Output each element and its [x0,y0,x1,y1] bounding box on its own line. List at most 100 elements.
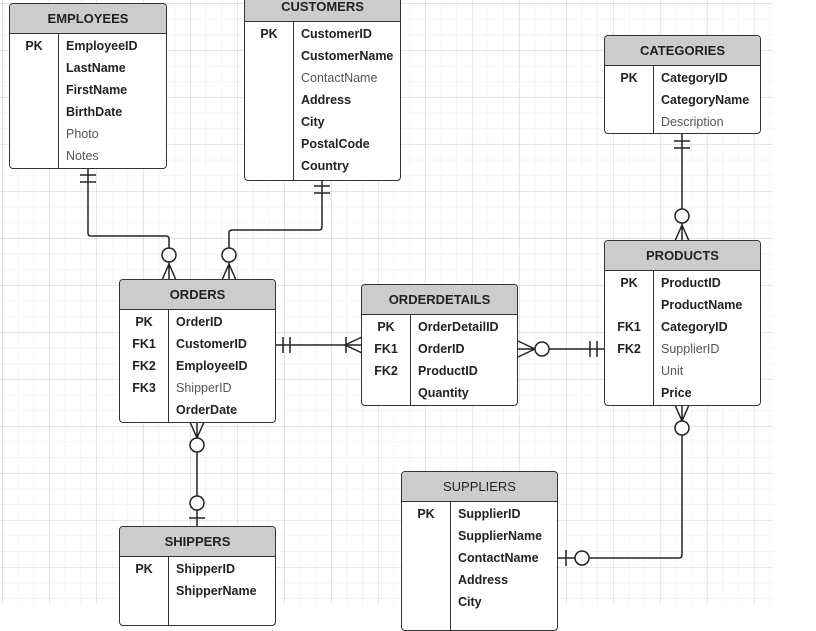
key-label: FK3 [132,381,156,395]
field-name[interactable]: OrderID [176,313,248,335]
field-name[interactable]: BirthDate [66,103,138,125]
field-name[interactable]: CustomerName [301,47,393,69]
key-label [605,384,653,405]
rel-customers-orders[interactable] [221,180,330,281]
field-name[interactable]: Address [458,571,542,593]
entity-body: PK CategoryID CategoryName Description [605,66,760,133]
field-name[interactable]: Description [661,113,749,133]
key-label [402,549,450,571]
key-column: PK [245,22,294,180]
entity-orderdetails[interactable]: ORDERDETAILS PK FK1 FK2 OrderDetailID OrderID… [361,284,518,406]
entity-body: PK CustomerID CustomerName ContactName Addre… [245,22,400,180]
field-name[interactable]: OrderDetailID [418,318,499,340]
entity-shippers[interactable]: SHIPPERS PK ShipperID ShipperName [119,526,276,626]
key-label: FK1 [374,342,398,356]
key-column: PK [605,66,654,133]
rel-employees-orders[interactable] [80,168,177,281]
key-label [245,157,293,179]
rel-categories-products[interactable] [674,133,690,242]
key-label [120,582,168,604]
field-column: CustomerID CustomerName ContactName Address… [294,22,393,180]
key-label: PK [417,507,435,521]
field-column: CategoryID CategoryName Description [654,66,749,133]
entity-body: PK EmployeeID LastName FirstName BirthDate Ph… [10,34,166,168]
rel-shippers-orders[interactable] [189,421,205,527]
entity-title: SUPPLIERS [402,472,557,502]
field-name[interactable]: ShipperID [176,379,248,401]
field-name[interactable]: ContactName [458,549,542,571]
rel-products-orderdetails[interactable] [517,340,604,358]
entity-title: EMPLOYEES [10,4,166,34]
key-label: PK [25,39,43,53]
field-name[interactable]: City [458,593,542,615]
field-column: OrderID CustomerID EmployeeID ShipperID Orde… [169,310,248,422]
key-label [10,147,58,168]
key-label [605,362,653,384]
field-name[interactable]: SupplierID [661,340,742,362]
field-name[interactable]: Country [301,157,393,179]
entity-title: ORDERDETAILS [362,285,517,315]
key-label [10,103,58,125]
field-name[interactable]: OrderID [418,340,499,362]
field-name[interactable]: CategoryID [661,69,749,91]
key-label [245,91,293,113]
entity-categories[interactable]: CATEGORIES PK CategoryID CategoryName Descri… [604,35,761,134]
entity-body: PK FK1 FK2 OrderDetailID OrderID ProductID Qua… [362,315,517,405]
field-name[interactable]: CategoryName [661,91,749,113]
key-label: PK [135,315,153,329]
key-label: PK [620,71,638,85]
field-name[interactable]: Address [301,91,393,113]
entity-orders[interactable]: ORDERS PK FK1 FK2 FK3 OrderID CustomerID Employ… [119,279,276,423]
field-name[interactable]: FirstName [66,81,138,103]
key-label: FK1 [617,320,641,334]
field-name[interactable]: City [301,113,393,135]
entity-employees[interactable]: EMPLOYEES PK EmployeeID LastName FirstName Bi… [9,3,167,169]
field-column: OrderDetailID OrderID ProductID Quantity [411,315,499,405]
field-name[interactable]: PostalCode [301,135,393,157]
field-name[interactable]: Notes [66,147,138,168]
key-label [402,593,450,615]
key-label: FK2 [132,359,156,373]
rel-orders-orderdetails[interactable] [276,336,363,354]
field-name[interactable]: Photo [66,125,138,147]
field-name[interactable]: ShipperName [176,582,257,604]
key-column: PK FK1 FK2 [605,271,654,405]
field-name[interactable]: ProductName [661,296,742,318]
field-name[interactable]: SupplierID [458,505,542,527]
field-name[interactable]: EmployeeID [66,37,138,59]
field-name[interactable]: ProductID [661,274,742,296]
entity-customers[interactable]: CUSTOMERS PK CustomerID CustomerName Contact… [244,0,401,181]
entity-products[interactable]: PRODUCTS PK FK1 FK2 ProductID ProductName Cate… [604,240,761,406]
entity-body: PK ShipperID ShipperName [120,557,275,625]
key-label [245,69,293,91]
field-column: SupplierID SupplierName ContactName Address… [451,502,542,630]
field-name[interactable]: OrderDate [176,401,248,422]
key-label: FK2 [374,364,398,378]
entity-title: CUSTOMERS [245,0,400,22]
key-label [402,571,450,593]
field-column: ShipperID ShipperName [169,557,257,625]
rel-suppliers-products[interactable] [558,404,690,566]
entity-title: PRODUCTS [605,241,760,271]
field-name[interactable]: Quantity [418,384,499,405]
field-name[interactable]: ContactName [301,69,393,91]
field-name[interactable]: ShipperID [176,560,257,582]
field-name[interactable]: Price [661,384,742,405]
field-name[interactable]: ProductID [418,362,499,384]
field-column: EmployeeID LastName FirstName BirthDate Phot… [59,34,138,168]
field-name[interactable]: CustomerID [176,335,248,357]
field-name[interactable]: CategoryID [661,318,742,340]
key-label: FK1 [132,337,156,351]
key-label: PK [620,276,638,290]
field-name[interactable]: EmployeeID [176,357,248,379]
field-name[interactable]: SupplierName [458,527,542,549]
field-name[interactable]: Unit [661,362,742,384]
field-name[interactable]: LastName [66,59,138,81]
entity-suppliers[interactable]: SUPPLIERS PK SupplierID SupplierName Contact… [401,471,558,631]
field-name[interactable]: CustomerID [301,25,393,47]
entity-body: PK SupplierID SupplierName ContactName Addre… [402,502,557,630]
key-label [605,113,653,133]
key-column: PK FK1 FK2 [362,315,411,405]
key-label [362,384,410,405]
field-column: ProductID ProductName CategoryID SupplierID… [654,271,742,405]
